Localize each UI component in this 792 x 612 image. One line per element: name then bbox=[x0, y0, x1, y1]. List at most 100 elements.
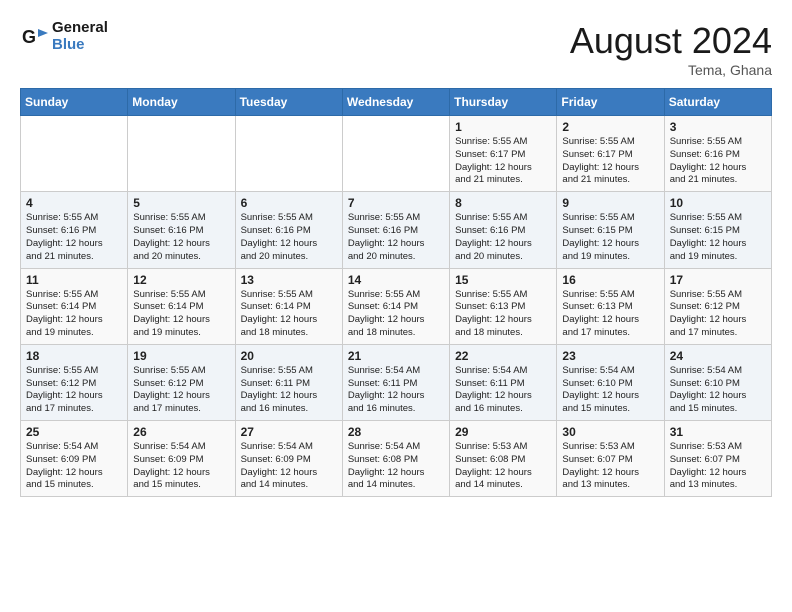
calendar-cell bbox=[235, 116, 342, 192]
day-number: 7 bbox=[348, 196, 444, 210]
calendar-week-row: 25 Sunrise: 5:54 AM Sunset: 6:09 PM Dayli… bbox=[21, 421, 772, 497]
day-info: Sunrise: 5:53 AM Sunset: 6:08 PM Dayligh… bbox=[455, 441, 551, 492]
location-subtitle: Tema, Ghana bbox=[570, 62, 772, 78]
calendar-cell: 18Sunrise: 5:55 AM Sunset: 6:12 PM Dayli… bbox=[21, 344, 128, 420]
day-info: Sunrise: 5:55 AM Sunset: 6:14 PM Dayligh… bbox=[241, 289, 337, 340]
calendar-week-row: 1Sunrise: 5:55 AM Sunset: 6:17 PM Daylig… bbox=[21, 116, 772, 192]
day-number: 30 bbox=[562, 425, 658, 439]
day-number: 13 bbox=[241, 273, 337, 287]
calendar-cell: 20 Sunrise: 5:55 AM Sunset: 6:11 PM Dayli… bbox=[235, 344, 342, 420]
day-number: 26 bbox=[133, 425, 229, 439]
day-info: Sunrise: 5:55 AM Sunset: 6:13 PM Dayligh… bbox=[562, 289, 658, 340]
day-info: Sunrise: 5:54 AM Sunset: 6:10 PM Dayligh… bbox=[670, 365, 766, 416]
day-info: Sunrise: 5:55 AM Sunset: 6:14 PM Dayligh… bbox=[133, 289, 229, 340]
calendar-cell bbox=[128, 116, 235, 192]
day-number: 6 bbox=[241, 196, 337, 210]
calendar-cell: 27 Sunrise: 5:54 AM Sunset: 6:09 PM Dayli… bbox=[235, 421, 342, 497]
day-number: 14 bbox=[348, 273, 444, 287]
day-number: 23 bbox=[562, 349, 658, 363]
svg-text:G: G bbox=[22, 27, 36, 47]
logo-text-line1: General bbox=[52, 20, 108, 37]
day-number: 15 bbox=[455, 273, 551, 287]
day-info: Sunrise: 5:54 AM Sunset: 6:09 PM Dayligh… bbox=[241, 441, 337, 492]
day-info: Sunrise: 5:55 AM Sunset: 6:16 PM Dayligh… bbox=[348, 212, 444, 263]
calendar-cell: 11Sunrise: 5:55 AM Sunset: 6:14 PM Dayli… bbox=[21, 268, 128, 344]
day-info: Sunrise: 5:54 AM Sunset: 6:09 PM Dayligh… bbox=[133, 441, 229, 492]
day-number: 19 bbox=[133, 349, 229, 363]
day-info: Sunrise: 5:55 AM Sunset: 6:16 PM Dayligh… bbox=[455, 212, 551, 263]
weekday-header: Monday bbox=[128, 89, 235, 116]
calendar-cell: 9 Sunrise: 5:55 AM Sunset: 6:15 PM Daylig… bbox=[557, 192, 664, 268]
month-year-title: August 2024 bbox=[570, 20, 772, 62]
day-number: 18 bbox=[26, 349, 122, 363]
day-number: 27 bbox=[241, 425, 337, 439]
day-number: 10 bbox=[670, 196, 766, 210]
calendar-cell: 4Sunrise: 5:55 AM Sunset: 6:16 PM Daylig… bbox=[21, 192, 128, 268]
day-number: 20 bbox=[241, 349, 337, 363]
day-info: Sunrise: 5:54 AM Sunset: 6:08 PM Dayligh… bbox=[348, 441, 444, 492]
logo: G General Blue bbox=[20, 20, 108, 53]
day-info: Sunrise: 5:55 AM Sunset: 6:17 PM Dayligh… bbox=[562, 136, 658, 187]
calendar-cell: 5 Sunrise: 5:55 AM Sunset: 6:16 PM Daylig… bbox=[128, 192, 235, 268]
logo-icon: G bbox=[20, 23, 48, 51]
day-number: 11 bbox=[26, 273, 122, 287]
day-info: Sunrise: 5:54 AM Sunset: 6:11 PM Dayligh… bbox=[348, 365, 444, 416]
calendar-cell: 26 Sunrise: 5:54 AM Sunset: 6:09 PM Dayli… bbox=[128, 421, 235, 497]
day-number: 21 bbox=[348, 349, 444, 363]
calendar-cell: 3 Sunrise: 5:55 AM Sunset: 6:16 PM Daylig… bbox=[664, 116, 771, 192]
weekday-header: Tuesday bbox=[235, 89, 342, 116]
page-header: G General Blue August 2024 Tema, Ghana bbox=[20, 20, 772, 78]
calendar-cell: 28Sunrise: 5:54 AM Sunset: 6:08 PM Dayli… bbox=[342, 421, 449, 497]
calendar-cell: 16 Sunrise: 5:55 AM Sunset: 6:13 PM Dayli… bbox=[557, 268, 664, 344]
weekday-header: Saturday bbox=[664, 89, 771, 116]
weekday-header: Sunday bbox=[21, 89, 128, 116]
calendar-cell: 30Sunrise: 5:53 AM Sunset: 6:07 PM Dayli… bbox=[557, 421, 664, 497]
day-info: Sunrise: 5:54 AM Sunset: 6:09 PM Dayligh… bbox=[26, 441, 122, 492]
calendar-cell: 24 Sunrise: 5:54 AM Sunset: 6:10 PM Dayli… bbox=[664, 344, 771, 420]
calendar-table: SundayMondayTuesdayWednesdayThursdayFrid… bbox=[20, 88, 772, 497]
day-number: 12 bbox=[133, 273, 229, 287]
day-number: 2 bbox=[562, 120, 658, 134]
calendar-cell bbox=[342, 116, 449, 192]
day-info: Sunrise: 5:55 AM Sunset: 6:17 PM Dayligh… bbox=[455, 136, 551, 187]
calendar-cell: 14 Sunrise: 5:55 AM Sunset: 6:14 PM Dayli… bbox=[342, 268, 449, 344]
day-info: Sunrise: 5:55 AM Sunset: 6:13 PM Dayligh… bbox=[455, 289, 551, 340]
day-info: Sunrise: 5:55 AM Sunset: 6:16 PM Dayligh… bbox=[670, 136, 766, 187]
day-number: 16 bbox=[562, 273, 658, 287]
day-number: 5 bbox=[133, 196, 229, 210]
calendar-cell: 19 Sunrise: 5:55 AM Sunset: 6:12 PM Dayli… bbox=[128, 344, 235, 420]
calendar-cell: 10Sunrise: 5:55 AM Sunset: 6:15 PM Dayli… bbox=[664, 192, 771, 268]
weekday-header: Wednesday bbox=[342, 89, 449, 116]
day-number: 8 bbox=[455, 196, 551, 210]
day-info: Sunrise: 5:54 AM Sunset: 6:11 PM Dayligh… bbox=[455, 365, 551, 416]
calendar-cell: 29 Sunrise: 5:53 AM Sunset: 6:08 PM Dayli… bbox=[450, 421, 557, 497]
calendar-week-row: 18 Sunrise: 5:55 AM Sunset: 6:12 PM Dayli… bbox=[21, 344, 772, 420]
calendar-cell: 1Sunrise: 5:55 AM Sunset: 6:17 PM Daylig… bbox=[450, 116, 557, 192]
day-info: Sunrise: 5:55 AM Sunset: 6:12 PM Dayligh… bbox=[670, 289, 766, 340]
calendar-week-row: 4Sunrise: 5:55 AM Sunset: 6:16 PM Daylig… bbox=[21, 192, 772, 268]
calendar-cell: 17 Sunrise: 5:55 AM Sunset: 6:12 PM Dayli… bbox=[664, 268, 771, 344]
day-info: Sunrise: 5:55 AM Sunset: 6:16 PM Dayligh… bbox=[133, 212, 229, 263]
day-info: Sunrise: 5:54 AM Sunset: 6:10 PM Dayligh… bbox=[562, 365, 658, 416]
calendar-cell: 8 Sunrise: 5:55 AM Sunset: 6:16 PM Daylig… bbox=[450, 192, 557, 268]
calendar-week-row: 11 Sunrise: 5:55 AM Sunset: 6:14 PM Dayli… bbox=[21, 268, 772, 344]
calendar-cell: 6 Sunrise: 5:55 AM Sunset: 6:16 PM Daylig… bbox=[235, 192, 342, 268]
day-number: 3 bbox=[670, 120, 766, 134]
day-number: 24 bbox=[670, 349, 766, 363]
calendar-cell: 2 Sunrise: 5:55 AM Sunset: 6:17 PM Daylig… bbox=[557, 116, 664, 192]
logo-text-line2: Blue bbox=[52, 37, 108, 54]
day-info: Sunrise: 5:55 AM Sunset: 6:16 PM Dayligh… bbox=[241, 212, 337, 263]
day-info: Sunrise: 5:55 AM Sunset: 6:11 PM Dayligh… bbox=[241, 365, 337, 416]
calendar-cell: 31Sunrise: 5:53 AM Sunset: 6:07 PM Dayli… bbox=[664, 421, 771, 497]
calendar-cell: 7 Sunrise: 5:55 AM Sunset: 6:16 PM Daylig… bbox=[342, 192, 449, 268]
day-number: 17 bbox=[670, 273, 766, 287]
weekday-header: Friday bbox=[557, 89, 664, 116]
day-info: Sunrise: 5:55 AM Sunset: 6:12 PM Dayligh… bbox=[133, 365, 229, 416]
day-number: 25 bbox=[26, 425, 122, 439]
calendar-cell: 13 Sunrise: 5:55 AM Sunset: 6:14 PM Dayli… bbox=[235, 268, 342, 344]
day-number: 9 bbox=[562, 196, 658, 210]
day-info: Sunrise: 5:55 AM Sunset: 6:15 PM Dayligh… bbox=[562, 212, 658, 263]
day-number: 31 bbox=[670, 425, 766, 439]
day-number: 29 bbox=[455, 425, 551, 439]
day-info: Sunrise: 5:55 AM Sunset: 6:14 PM Dayligh… bbox=[348, 289, 444, 340]
